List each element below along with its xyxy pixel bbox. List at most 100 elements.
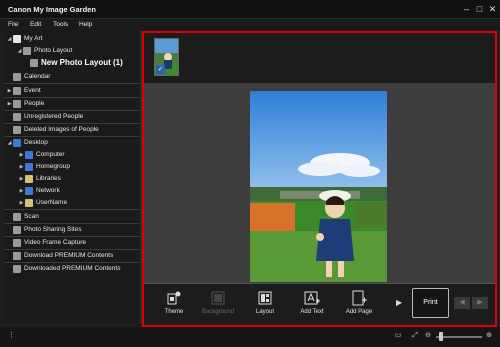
sidebar-item-label: Photo Layout bbox=[34, 47, 73, 54]
add-text-label: Add Text bbox=[300, 309, 324, 315]
expand-arrow-icon[interactable]: ▶ bbox=[6, 101, 13, 107]
sidebar-item-username[interactable]: ▶ UserName bbox=[18, 197, 67, 208]
sidebar-item-photo-layout[interactable]: ◢ Photo Layout bbox=[16, 45, 72, 56]
sidebar-item-my-art[interactable]: ◢ My Art bbox=[6, 33, 42, 44]
fit-to-window-icon[interactable]: ⤢ bbox=[410, 331, 420, 341]
add-text-button[interactable]: Add Text bbox=[290, 290, 334, 322]
sidebar-item-calendar[interactable]: Calendar bbox=[6, 71, 50, 82]
network-icon bbox=[25, 186, 33, 195]
homegroup-icon bbox=[25, 162, 33, 171]
sidebar-item-label: Unregistered People bbox=[24, 113, 84, 120]
photo-layout-icon bbox=[23, 46, 31, 55]
sidebar-item-label: New Photo Layout (1) bbox=[41, 58, 123, 67]
expand-arrow-icon[interactable]: ▶ bbox=[18, 188, 25, 194]
previous-page-arrow-icon[interactable]: ◀ bbox=[454, 297, 470, 309]
main-panel: ✓ Theme Background Layout Add Text Add P… bbox=[142, 31, 497, 327]
expand-arrow-icon[interactable]: ▶ bbox=[18, 176, 25, 182]
expand-arrow-icon[interactable]: ▶ bbox=[18, 152, 25, 158]
sidebar-item-label: Video Frame Capture bbox=[24, 239, 87, 246]
thumbnail-strip: ✓ bbox=[144, 33, 495, 83]
theme-label: Theme bbox=[164, 309, 184, 315]
event-icon bbox=[13, 86, 21, 95]
maximize-icon[interactable]: □ bbox=[474, 4, 485, 15]
page-thumbnail[interactable]: ✓ bbox=[154, 38, 179, 76]
sidebar-item-scan[interactable]: Scan bbox=[6, 211, 39, 222]
photo-child-in-garden[interactable] bbox=[250, 91, 387, 282]
more-options-icon[interactable]: ⋮ bbox=[8, 331, 15, 341]
divider bbox=[4, 83, 139, 84]
sidebar-item-label: My Art bbox=[24, 35, 43, 42]
sidebar-item-photo-sharing-sites[interactable]: Photo Sharing Sites bbox=[6, 224, 81, 235]
sidebar-item-downloaded-premium[interactable]: Downloaded PREMIUM Contents bbox=[6, 263, 120, 274]
window-title: Canon My Image Garden bbox=[8, 5, 96, 14]
sidebar-item-label: Event bbox=[24, 87, 41, 94]
zoom-slider-handle[interactable] bbox=[439, 332, 443, 341]
menu-tools[interactable]: Tools bbox=[53, 21, 68, 28]
desktop-icon bbox=[13, 138, 21, 147]
unregistered-people-icon bbox=[13, 112, 21, 121]
sidebar-item-label: Computer bbox=[36, 151, 65, 158]
sidebar-item-deleted-images[interactable]: Deleted Images of People bbox=[6, 124, 99, 135]
next-tools-arrow-icon[interactable]: ▶ bbox=[396, 298, 402, 307]
view-mode-icon[interactable]: ▭ bbox=[393, 331, 403, 341]
print-button[interactable]: Print bbox=[412, 288, 449, 318]
sidebar-item-label: Scan bbox=[24, 213, 39, 220]
background-button[interactable]: Background bbox=[196, 290, 240, 322]
sidebar-item-label: Desktop bbox=[24, 139, 48, 146]
sidebar-item-download-premium[interactable]: Download PREMIUM Contents bbox=[6, 250, 113, 261]
menu-help[interactable]: Help bbox=[79, 21, 92, 28]
sidebar-item-homegroup[interactable]: ▶ Homegroup bbox=[18, 161, 70, 172]
add-page-label: Add Page bbox=[345, 309, 373, 315]
layout-button[interactable]: Layout bbox=[243, 290, 287, 322]
layout-canvas bbox=[144, 83, 495, 283]
next-page-arrow-icon[interactable]: ▶ bbox=[472, 297, 488, 309]
sidebar-item-label: Photo Sharing Sites bbox=[24, 226, 82, 233]
my-art-icon bbox=[13, 34, 21, 43]
collapse-arrow-icon[interactable]: ◢ bbox=[6, 36, 13, 42]
add-page-icon bbox=[352, 290, 367, 306]
sidebar-item-desktop[interactable]: ◢ Desktop bbox=[6, 137, 48, 148]
menu-bar: File Edit Tools Help bbox=[0, 19, 500, 31]
collapse-arrow-icon[interactable]: ◢ bbox=[16, 48, 23, 54]
zoom-in-icon[interactable]: ⊕ bbox=[484, 331, 494, 341]
sidebar-item-people[interactable]: ▶ People bbox=[6, 98, 44, 109]
layout-label: Layout bbox=[255, 309, 274, 315]
scan-icon bbox=[13, 212, 21, 221]
edit-toolbar: Theme Background Layout Add Text Add Pag… bbox=[144, 283, 495, 325]
sidebar-item-event[interactable]: ▶ Event bbox=[6, 85, 41, 96]
sidebar-item-label: Deleted Images of People bbox=[24, 126, 99, 133]
sidebar-item-new-photo-layout[interactable]: New Photo Layout (1) bbox=[30, 57, 123, 68]
add-text-icon bbox=[304, 291, 320, 305]
sidebar-item-computer[interactable]: ▶ Computer bbox=[18, 149, 65, 160]
sidebar-item-label: Network bbox=[36, 187, 60, 194]
layout-page[interactable] bbox=[250, 91, 387, 282]
sidebar: ◢ My Art ◢ Photo Layout New Photo Layout… bbox=[4, 31, 139, 323]
close-icon[interactable]: ✕ bbox=[487, 4, 498, 15]
sidebar-item-unregistered-people[interactable]: Unregistered People bbox=[6, 111, 83, 122]
zoom-out-icon[interactable]: ⊖ bbox=[423, 331, 433, 341]
calendar-icon bbox=[13, 72, 21, 81]
minimize-icon[interactable]: – bbox=[461, 4, 472, 15]
background-label: Background bbox=[201, 309, 235, 315]
sidebar-item-libraries[interactable]: ▶ Libraries bbox=[18, 173, 61, 184]
photo-sharing-icon bbox=[13, 225, 21, 234]
deleted-people-icon bbox=[13, 125, 21, 134]
collapse-arrow-icon[interactable]: ◢ bbox=[6, 140, 13, 146]
user-folder-icon bbox=[25, 198, 33, 207]
menu-file[interactable]: File bbox=[8, 21, 18, 28]
expand-arrow-icon[interactable]: ▶ bbox=[6, 88, 13, 94]
sidebar-item-network[interactable]: ▶ Network bbox=[18, 185, 60, 196]
sidebar-item-label: Calendar bbox=[24, 73, 51, 80]
libraries-icon bbox=[25, 174, 33, 183]
menu-edit[interactable]: Edit bbox=[30, 21, 41, 28]
sidebar-item-label: Homegroup bbox=[36, 163, 70, 170]
theme-button[interactable]: Theme bbox=[152, 290, 196, 322]
sidebar-item-label: Download PREMIUM Contents bbox=[24, 252, 114, 259]
expand-arrow-icon[interactable]: ▶ bbox=[18, 164, 25, 170]
sidebar-item-video-frame-capture[interactable]: Video Frame Capture bbox=[6, 237, 86, 248]
theme-icon bbox=[167, 291, 181, 305]
sidebar-item-label: Libraries bbox=[36, 175, 61, 182]
add-page-button[interactable]: Add Page bbox=[337, 290, 381, 322]
checkmark-icon: ✓ bbox=[156, 65, 165, 74]
expand-arrow-icon[interactable]: ▶ bbox=[18, 200, 25, 206]
